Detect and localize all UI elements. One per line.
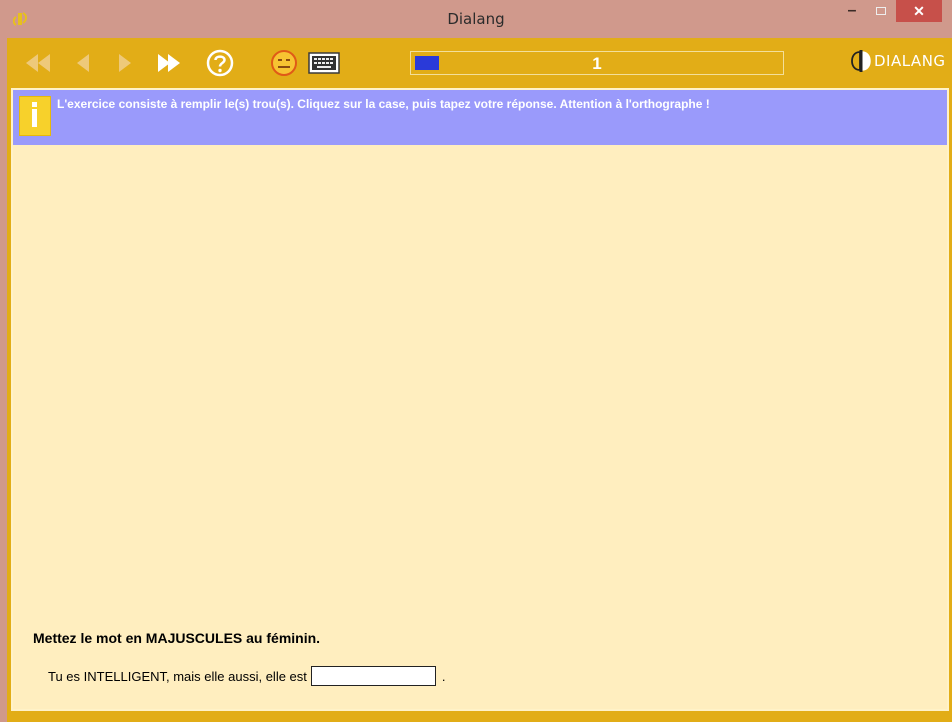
previous-button[interactable] (71, 50, 95, 76)
bottom-border (7, 711, 952, 722)
feedback-smiley-icon (271, 50, 297, 76)
maximize-button[interactable] (867, 0, 895, 22)
sentence-before: Tu es INTELLIGENT, mais elle aussi, elle… (48, 668, 307, 684)
title-bar: Dialang – ✕ (0, 0, 952, 38)
exercise-panel: L'exercice consiste à remplir le(s) trou… (11, 88, 949, 711)
close-button[interactable]: ✕ (896, 0, 942, 22)
keyboard-button[interactable] (307, 50, 341, 76)
toolbar: 1 DIALANG (7, 38, 952, 88)
keyboard-icon (308, 52, 340, 74)
answer-input[interactable] (310, 666, 436, 686)
app-frame: 1 DIALANG L'exercice consiste à remplir … (7, 38, 952, 722)
progress-bar: 1 (410, 51, 784, 75)
info-text: L'exercice consiste à remplir le(s) trou… (57, 97, 710, 111)
fast-forward-button[interactable] (153, 50, 187, 76)
logo-text: DIALANG (874, 52, 946, 70)
exercise-sentence: Tu es INTELLIGENT, mais elle aussi, elle… (48, 666, 446, 686)
dialang-window: Dialang – ✕ 1 DIALANG L'exercice consist… (0, 0, 952, 722)
dialang-logo: DIALANG (850, 49, 946, 73)
sentence-after: . (441, 668, 446, 684)
exercise-instruction: Mettez le mot en MAJUSCULES au féminin. (33, 630, 321, 646)
window-title: Dialang (447, 10, 505, 28)
first-button[interactable] (21, 50, 55, 76)
maximize-icon (876, 7, 886, 15)
info-bar: L'exercice consiste à remplir le(s) trou… (13, 90, 947, 145)
dialang-logo-icon (851, 50, 871, 72)
progress-number: 1 (592, 54, 602, 73)
help-button[interactable] (205, 49, 235, 77)
fast-forward-icon (158, 54, 180, 72)
next-icon (119, 54, 131, 72)
first-icon (26, 54, 50, 72)
feedback-button[interactable] (269, 50, 299, 76)
next-button[interactable] (113, 50, 137, 76)
minimize-button[interactable]: – (838, 0, 866, 22)
previous-icon (77, 54, 89, 72)
info-icon (19, 96, 51, 136)
help-icon (206, 49, 234, 77)
